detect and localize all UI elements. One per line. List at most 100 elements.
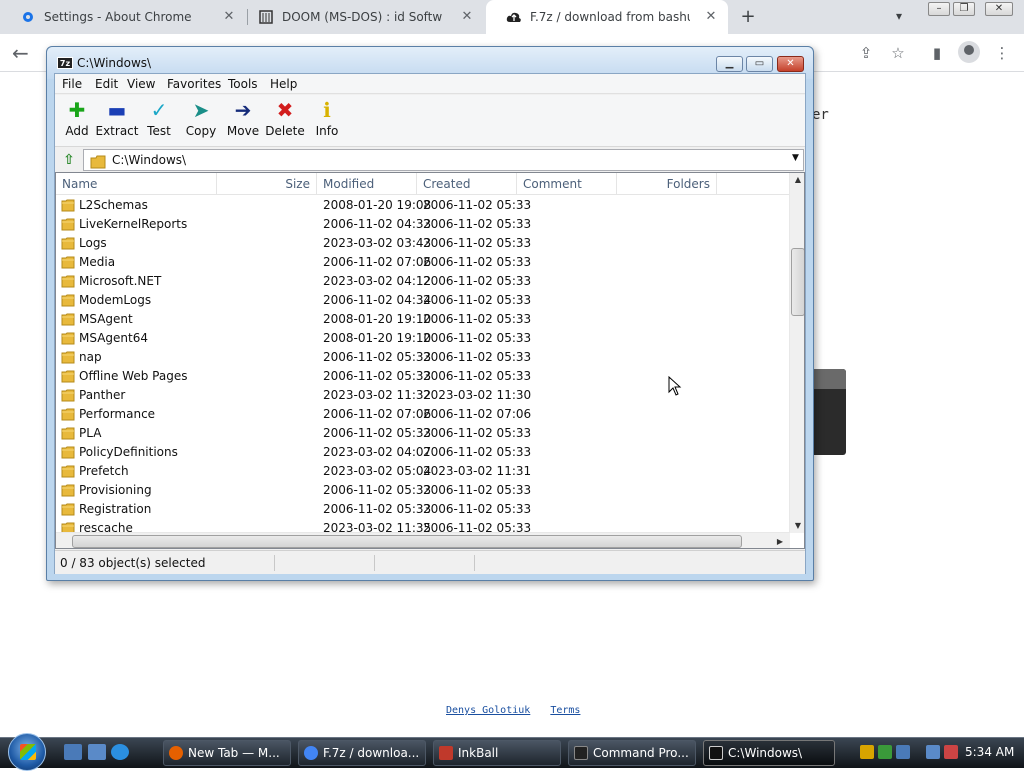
table-row[interactable]: nap 2006-11-02 05:33 2006-11-02 05:33 <box>56 348 790 367</box>
internet-explorer-icon[interactable] <box>111 744 129 760</box>
tab-doom[interactable]: DOOM (MS-DOS) : id Software : F ✕ <box>238 0 484 34</box>
network-icon[interactable] <box>878 745 892 759</box>
minimize-button[interactable]: – <box>928 2 950 16</box>
column-modified[interactable]: Modified <box>317 173 417 195</box>
move-button[interactable]: ➔ Move <box>221 99 265 138</box>
restore-button[interactable]: ❐ <box>953 2 975 16</box>
file-created: 2006-11-02 07:06 <box>423 407 532 421</box>
window-minimize-button[interactable]: ▁ <box>716 56 743 72</box>
table-row[interactable]: PLA 2006-11-02 05:33 2006-11-02 05:33 <box>56 424 790 443</box>
horizontal-scrollbar[interactable]: ▶ <box>56 532 790 548</box>
table-row[interactable]: Prefetch 2023-03-02 05:04 2023-03-02 11:31 <box>56 462 790 481</box>
menu-help[interactable]: Help <box>270 77 297 91</box>
close-tab-icon[interactable]: ✕ <box>222 10 236 24</box>
file-created: 2006-11-02 05:33 <box>423 331 532 345</box>
delete-button[interactable]: ✖ Delete <box>263 99 307 138</box>
profile-avatar[interactable] <box>958 41 980 63</box>
plus-icon: ✚ <box>68 98 86 122</box>
show-desktop-icon[interactable] <box>64 744 82 760</box>
minus-icon: ▬ <box>107 98 127 122</box>
copy-button[interactable]: ➤ Copy <box>179 99 223 138</box>
switch-windows-icon[interactable] <box>88 744 106 760</box>
gear-icon <box>20 9 36 25</box>
table-row[interactable]: ModemLogs 2006-11-02 04:34 2006-11-02 05:3… <box>56 291 790 310</box>
taskbar-item-inkball[interactable]: InkBall <box>433 740 561 766</box>
taskbar-item-firefox[interactable]: New Tab — M... <box>163 740 291 766</box>
extract-button[interactable]: ▬ Extract <box>95 99 139 138</box>
chrome-icon <box>304 746 318 760</box>
footer-link-author[interactable]: Denys Golotiuk <box>446 705 530 716</box>
close-tab-icon[interactable]: ✕ <box>704 10 718 24</box>
menu-tools[interactable]: Tools <box>228 77 258 91</box>
tab-search-chevron-icon[interactable]: ▾ <box>896 9 902 23</box>
table-row[interactable]: Performance 2006-11-02 07:06 2006-11-02 07… <box>56 405 790 424</box>
7zip-icon: 7z <box>57 57 73 69</box>
info-button[interactable]: ℹ Info <box>305 99 349 138</box>
test-button[interactable]: ✓ Test <box>137 99 181 138</box>
7zip-window: 7z C:\Windows\ ▁ ▭ ✕ File Edit View Favo… <box>46 46 814 581</box>
side-panel-icon[interactable]: ▮ <box>927 43 947 63</box>
file-list: Name Size Modified Created Comment Folde… <box>55 172 805 549</box>
table-row[interactable]: Provisioning 2006-11-02 05:33 2006-11-02 0… <box>56 481 790 500</box>
menu-file[interactable]: File <box>62 77 82 91</box>
table-row[interactable]: PolicyDefinitions 2023-03-02 04:07 2006-11… <box>56 443 790 462</box>
new-tab-button[interactable]: + <box>738 7 758 27</box>
security-shield-icon[interactable] <box>860 745 874 759</box>
close-tab-icon[interactable]: ✕ <box>460 10 474 24</box>
column-folders[interactable]: Folders <box>617 173 717 195</box>
file-created: 2006-11-02 05:33 <box>423 426 532 440</box>
column-created[interactable]: Created <box>417 173 517 195</box>
close-button[interactable]: ✕ <box>985 2 1013 16</box>
table-row[interactable]: LiveKernelReports 2006-11-02 04:33 2006-11… <box>56 215 790 234</box>
menu-dots-icon[interactable]: ⋮ <box>992 43 1012 63</box>
window-close-button[interactable]: ✕ <box>777 56 804 72</box>
file-name: Offline Web Pages <box>79 369 188 383</box>
vertical-scrollbar[interactable]: ▲ ▼ <box>789 173 804 533</box>
display-icon[interactable] <box>896 745 910 759</box>
back-arrow-icon[interactable]: ← <box>12 42 34 64</box>
network-connection-icon[interactable] <box>926 745 940 759</box>
tab-bashupload[interactable]: F.7z / download from bashupload ✕ <box>486 0 728 34</box>
file-name: Logs <box>79 236 107 250</box>
vertical-scroll-thumb[interactable] <box>791 248 804 316</box>
start-button[interactable] <box>8 733 46 771</box>
tab-settings[interactable]: Settings - About Chrome ✕ <box>0 0 246 34</box>
taskbar-item-cmd[interactable]: Command Pro... <box>568 740 696 766</box>
column-name[interactable]: Name <box>56 173 217 195</box>
column-size[interactable]: Size <box>217 173 317 195</box>
menu-bar: File Edit View Favorites Tools Help <box>55 74 805 94</box>
check-icon: ✓ <box>150 98 168 122</box>
taskbar-clock[interactable]: 5:34 AM <box>965 745 1014 759</box>
menu-favorites[interactable]: Favorites <box>167 77 221 91</box>
horizontal-scroll-thumb[interactable] <box>72 535 742 548</box>
table-row[interactable]: Media 2006-11-02 07:06 2006-11-02 05:33 <box>56 253 790 272</box>
star-icon[interactable]: ☆ <box>888 43 908 63</box>
scroll-down-icon[interactable]: ▼ <box>790 519 804 533</box>
menu-edit[interactable]: Edit <box>95 77 118 91</box>
menu-view[interactable]: View <box>127 77 155 91</box>
folder-up-icon[interactable]: ⇧ <box>59 150 79 170</box>
table-row[interactable]: MSAgent64 2008-01-20 19:10 2006-11-02 05:3… <box>56 329 790 348</box>
volume-muted-icon[interactable] <box>944 745 958 759</box>
taskbar-item-chrome[interactable]: F.7z / downloa... <box>298 740 426 766</box>
table-row[interactable]: MSAgent 2008-01-20 19:10 2006-11-02 05:33 <box>56 310 790 329</box>
share-icon[interactable]: ⇪ <box>856 43 876 63</box>
table-row[interactable]: Microsoft.NET 2023-03-02 04:12 2006-11-02 … <box>56 272 790 291</box>
double-arrow-icon: ➤ <box>192 98 210 122</box>
footer-link-terms[interactable]: Terms <box>550 705 580 716</box>
file-modified: 2006-11-02 04:33 <box>323 217 432 231</box>
list-header: Name Size Modified Created Comment Folde… <box>56 173 790 195</box>
add-button[interactable]: ✚ Add <box>55 99 99 138</box>
window-maximize-button[interactable]: ▭ <box>746 56 773 72</box>
file-modified: 2023-03-02 03:43 <box>323 236 432 250</box>
taskbar-item-7zip[interactable]: C:\Windows\ <box>703 740 835 766</box>
column-comment[interactable]: Comment <box>517 173 617 195</box>
table-row[interactable]: Logs 2023-03-02 03:43 2006-11-02 05:33 <box>56 234 790 253</box>
table-row[interactable]: L2Schemas 2008-01-20 19:08 2006-11-02 05:3… <box>56 196 790 215</box>
address-input[interactable]: C:\Windows\ <box>83 149 804 171</box>
scroll-right-icon[interactable]: ▶ <box>772 535 788 548</box>
scroll-up-icon[interactable]: ▲ <box>790 173 804 187</box>
chevron-down-icon[interactable]: ▼ <box>792 153 799 163</box>
table-row[interactable]: Registration 2006-11-02 05:33 2006-11-02 0… <box>56 500 790 519</box>
file-created: 2006-11-02 05:33 <box>423 312 532 326</box>
